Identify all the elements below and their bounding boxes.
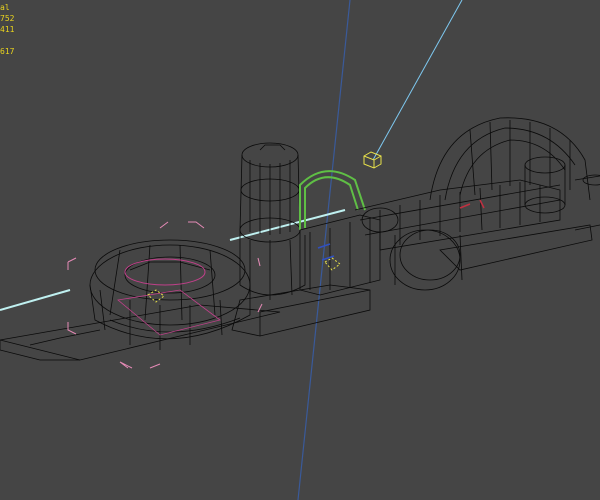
light-helper-cube-icon[interactable] [363,151,382,169]
pink-ring [124,258,206,286]
blue-detail [317,243,335,261]
right-dome [429,117,600,231]
pivot-marker-middle [324,257,341,271]
selection-bracket [67,221,263,369]
world-axis-z [297,0,351,500]
central-tower [239,142,306,300]
rail-left [0,289,71,311]
floor-slab [0,224,593,361]
middle-machinery [299,179,561,296]
rail-right [229,209,346,241]
wireframe-scene[interactable] [0,0,600,500]
round-tank [389,229,463,291]
green-arch [299,170,366,230]
left-chamber [89,239,251,350]
light-direction-line [372,0,463,161]
3d-viewport[interactable]: al 752 411 617 [0,0,600,500]
